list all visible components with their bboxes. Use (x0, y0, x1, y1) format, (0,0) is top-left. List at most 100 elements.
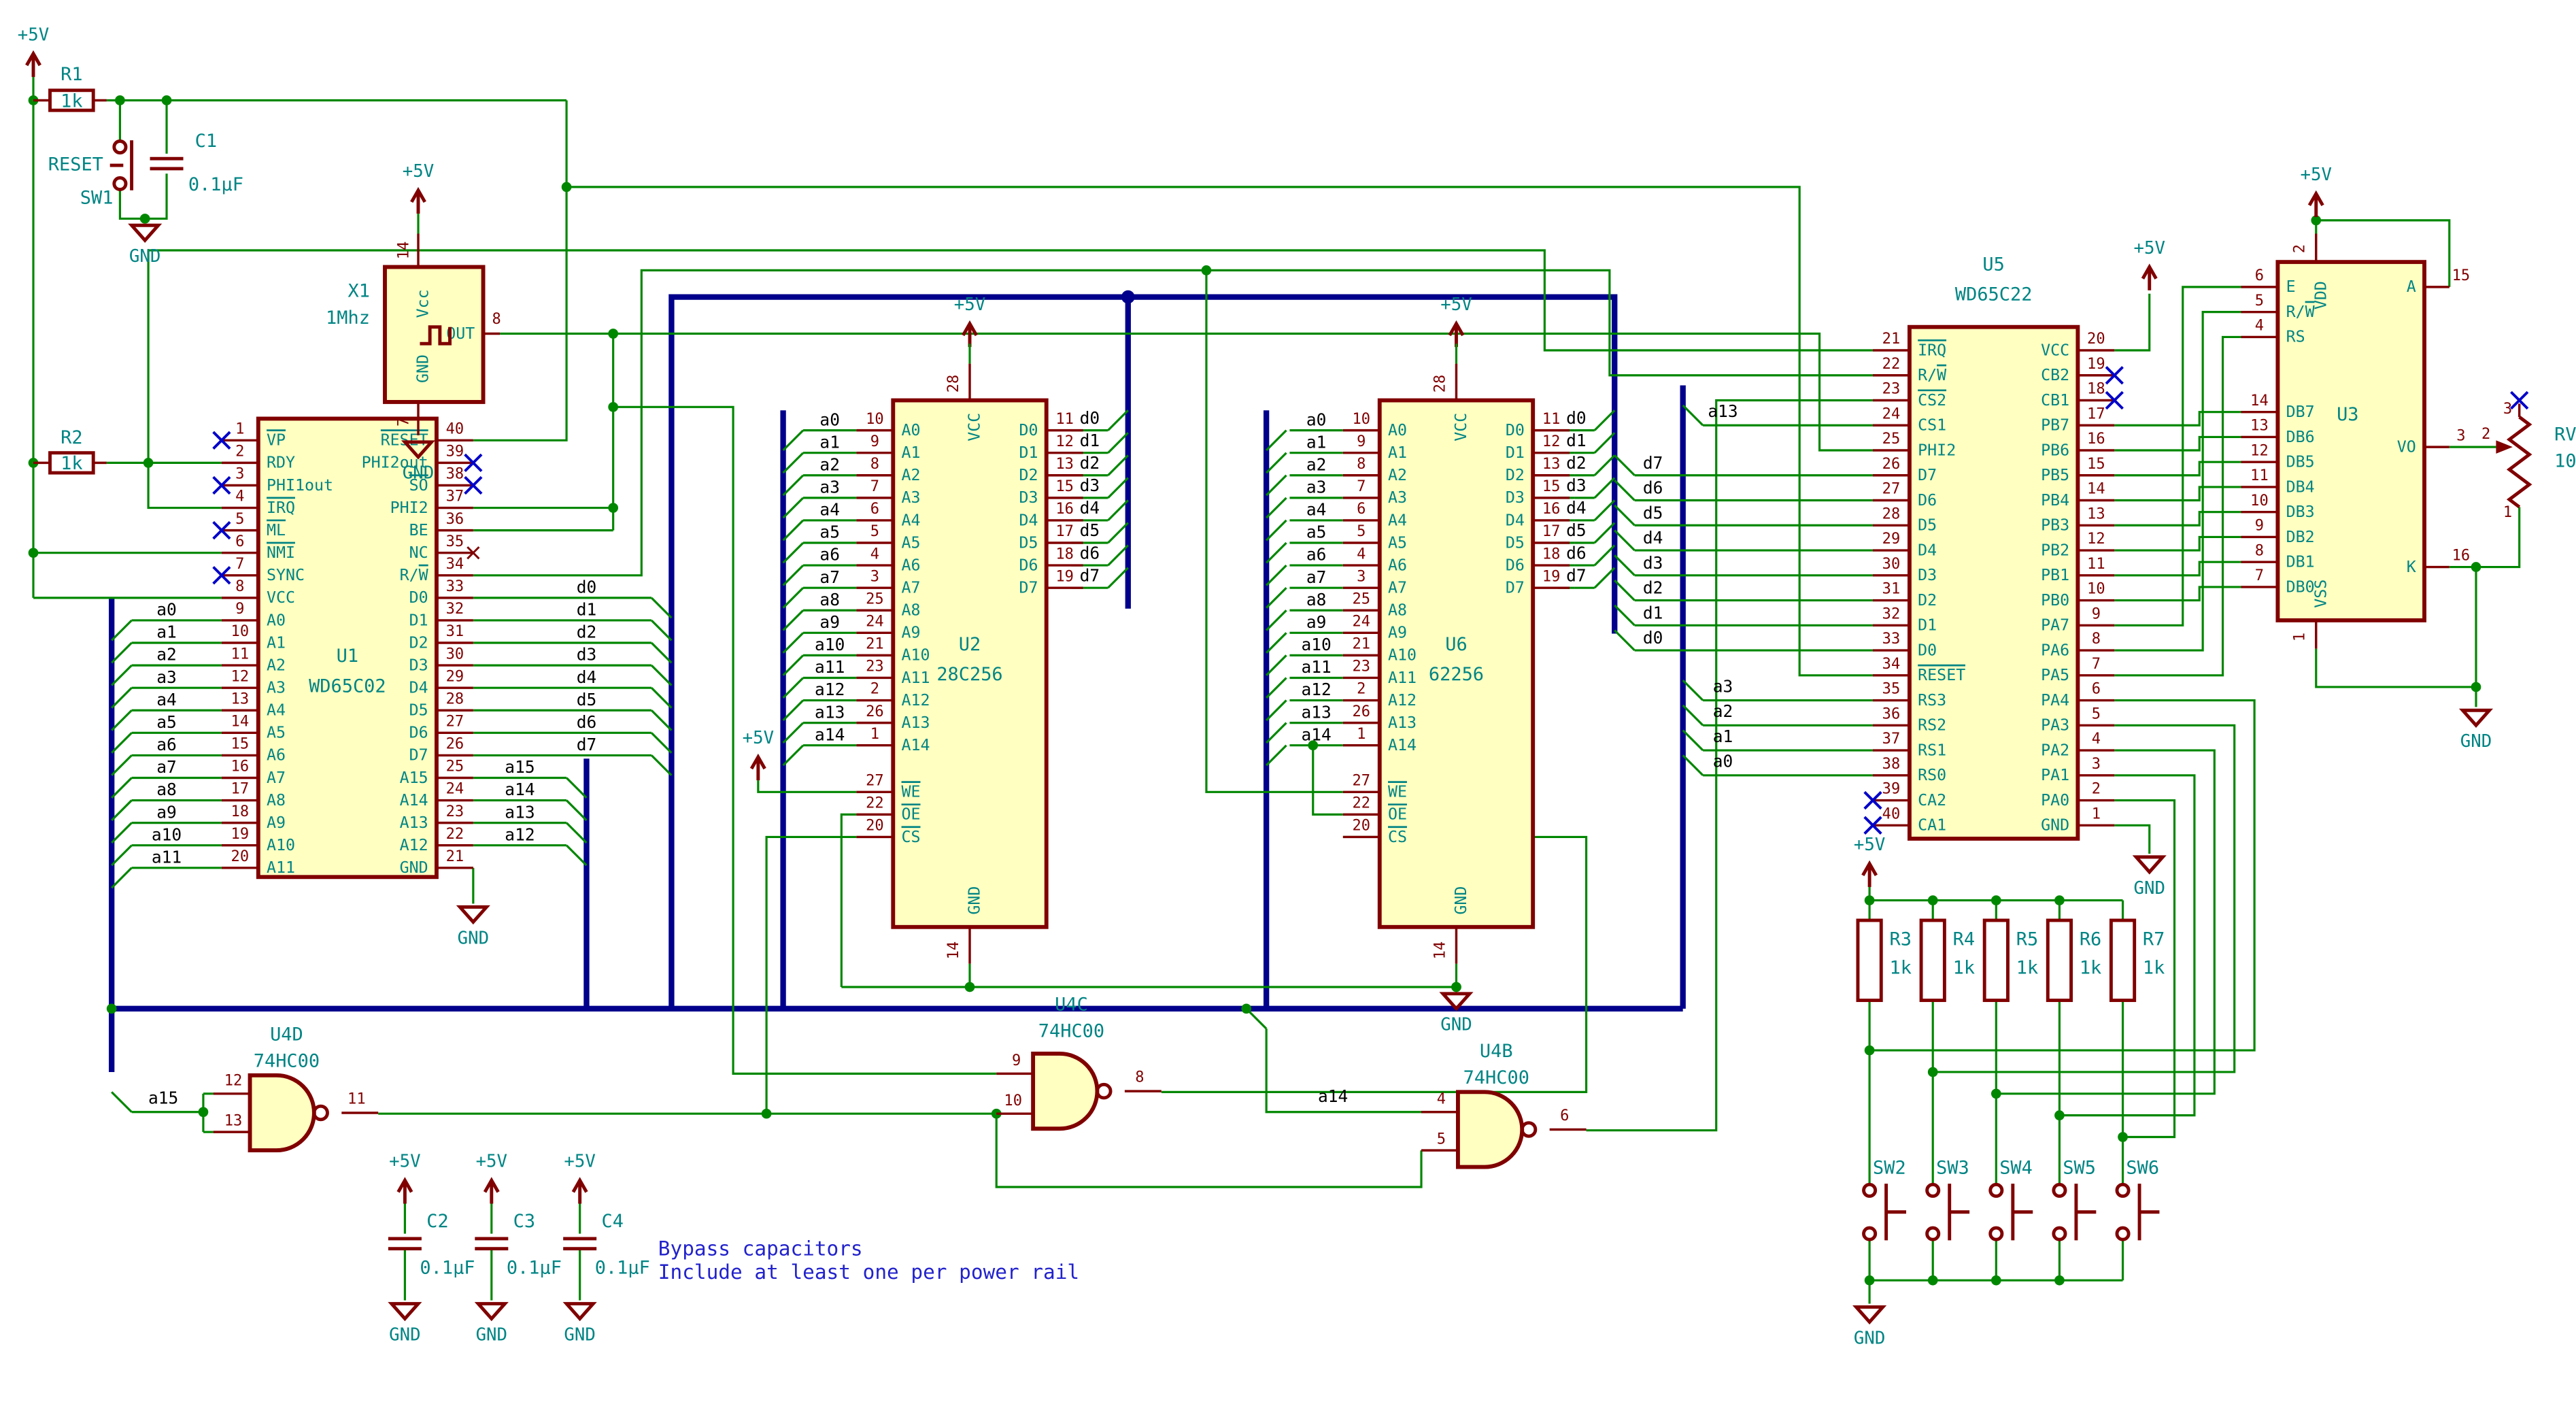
text: 40 (1882, 806, 1901, 823)
component-U6[interactable]: U66225610A09A18A27A36A45A54A63A725A824A9… (1343, 295, 1570, 963)
text: 35 (446, 533, 464, 550)
text: A14 (400, 791, 428, 809)
component-U4D[interactable]: U4D74HC00121311 (214, 1024, 379, 1150)
component-U2[interactable]: U228C25610A09A18A27A36A45A54A63A725A824A… (856, 295, 1083, 963)
text: +5V (2134, 238, 2165, 258)
component-RV1[interactable]: 312RV110k (2481, 392, 2576, 521)
wire (1595, 410, 1614, 430)
text: VP (267, 431, 286, 450)
component-R2[interactable]: R21k (33, 427, 107, 474)
text: A1 (902, 444, 921, 462)
text: 37 (1882, 731, 1901, 748)
text: 29 (1882, 531, 1901, 548)
text: a0 (1713, 752, 1733, 771)
component-R1-SW1-C1[interactable]: +5VR11kRESETSW1C10.1µFGND (18, 24, 243, 267)
component-bypass-caps[interactable]: +5VC20.1µFGND+5VC30.1µFGND+5VC40.1µFGND (388, 1152, 650, 1346)
text: D7 (1019, 579, 1038, 597)
text: R/W (1918, 366, 1946, 384)
text: 38 (1882, 756, 1901, 773)
junction-dot (107, 1003, 117, 1014)
text: 24 (1353, 614, 1371, 631)
text: d5 (577, 690, 597, 709)
text: CA1 (1918, 816, 1946, 835)
text: 11 (231, 646, 250, 663)
text: 20 (1353, 818, 1371, 835)
text: 21 (1882, 331, 1901, 348)
text: PB6 (2041, 441, 2069, 459)
text: GND (414, 354, 433, 383)
component-keypad[interactable]: +5VR31kR41kR51kR61kR71kSW2SW3SW4SW5SW6GN… (1854, 835, 2165, 1348)
wire (1614, 455, 1634, 475)
text: 4 (870, 546, 879, 563)
text: a14 (1318, 1086, 1348, 1106)
text: A3 (1388, 488, 1407, 507)
text: a10 (1302, 635, 1332, 654)
text: 39 (446, 444, 464, 461)
wire (1108, 501, 1128, 520)
text: 28 (945, 375, 962, 393)
text: d2 (577, 622, 597, 642)
text: 36 (446, 511, 464, 528)
text: 38 (446, 466, 464, 483)
text: a15 (505, 757, 535, 777)
text: 5 (1357, 523, 1366, 540)
wire (783, 746, 803, 765)
wire (1108, 433, 1128, 452)
text: IRQ (1918, 341, 1946, 359)
text: a3 (1306, 478, 1327, 497)
text: 11 (1055, 411, 1074, 428)
text: 8 (1357, 456, 1366, 473)
wire (783, 475, 803, 495)
text: 28C256 (936, 664, 1002, 685)
text: a1 (1306, 432, 1327, 452)
text: 6 (235, 533, 244, 550)
text: d1 (577, 600, 597, 620)
text: D5 (1019, 533, 1038, 552)
text: 13 (231, 690, 250, 707)
text: BE (409, 521, 428, 539)
wire (1108, 410, 1128, 430)
text: 10k (2554, 451, 2576, 472)
text: 22 (1353, 795, 1371, 812)
wire (120, 190, 145, 219)
text: RESET (1918, 666, 1965, 684)
text: RS0 (1918, 766, 1946, 784)
text: PA4 (2041, 691, 2069, 709)
component-U3[interactable]: U36E5R/W4RS14DB713DB612DB511DB410DB39DB2… (2241, 165, 2492, 752)
text: VCC (1452, 413, 1470, 441)
text: GND (400, 858, 428, 877)
text: 14 (1431, 941, 1448, 960)
text: 27 (1353, 773, 1371, 790)
wire (112, 620, 131, 640)
text: 16 (1542, 501, 1561, 518)
wire (651, 688, 671, 707)
text: d1 (1566, 431, 1587, 450)
text: A11 (902, 669, 930, 687)
wire (1614, 580, 1634, 600)
component-U4B[interactable]: U4B74HC00456 (1421, 1041, 1587, 1167)
text: 13 (1055, 456, 1074, 473)
text: 15 (1542, 478, 1561, 495)
text: 62256 (1429, 664, 1484, 685)
component-U1[interactable]: U1WD65C021VP2RDY3PHI1out4IRQ5ML6NMI7SYNC… (214, 418, 489, 948)
text: a14 (505, 780, 535, 799)
wire (1266, 543, 1286, 563)
text: GND (564, 1324, 595, 1345)
text: a13 (1708, 401, 1738, 421)
text: a12 (1302, 680, 1332, 699)
text: 1 (235, 421, 244, 438)
text: D6 (409, 724, 428, 742)
wire (1108, 455, 1128, 475)
text: A7 (267, 769, 286, 787)
component-U4C[interactable]: U4C74HC009108 (996, 994, 1162, 1129)
text: d6 (1643, 478, 1663, 498)
text: A7 (1388, 579, 1407, 597)
text: 33 (446, 578, 464, 595)
wire (112, 710, 131, 730)
text: 23 (446, 803, 464, 820)
text: a3 (819, 478, 840, 497)
text: A15 (400, 769, 428, 787)
text: +5V (1854, 835, 1885, 855)
schematic-canvas[interactable]: +5VGNDa0a1a2a3a4a5a6a7a8a9a10a11d0d1d2d3… (0, 0, 2576, 1404)
text: 15 (2087, 456, 2105, 473)
